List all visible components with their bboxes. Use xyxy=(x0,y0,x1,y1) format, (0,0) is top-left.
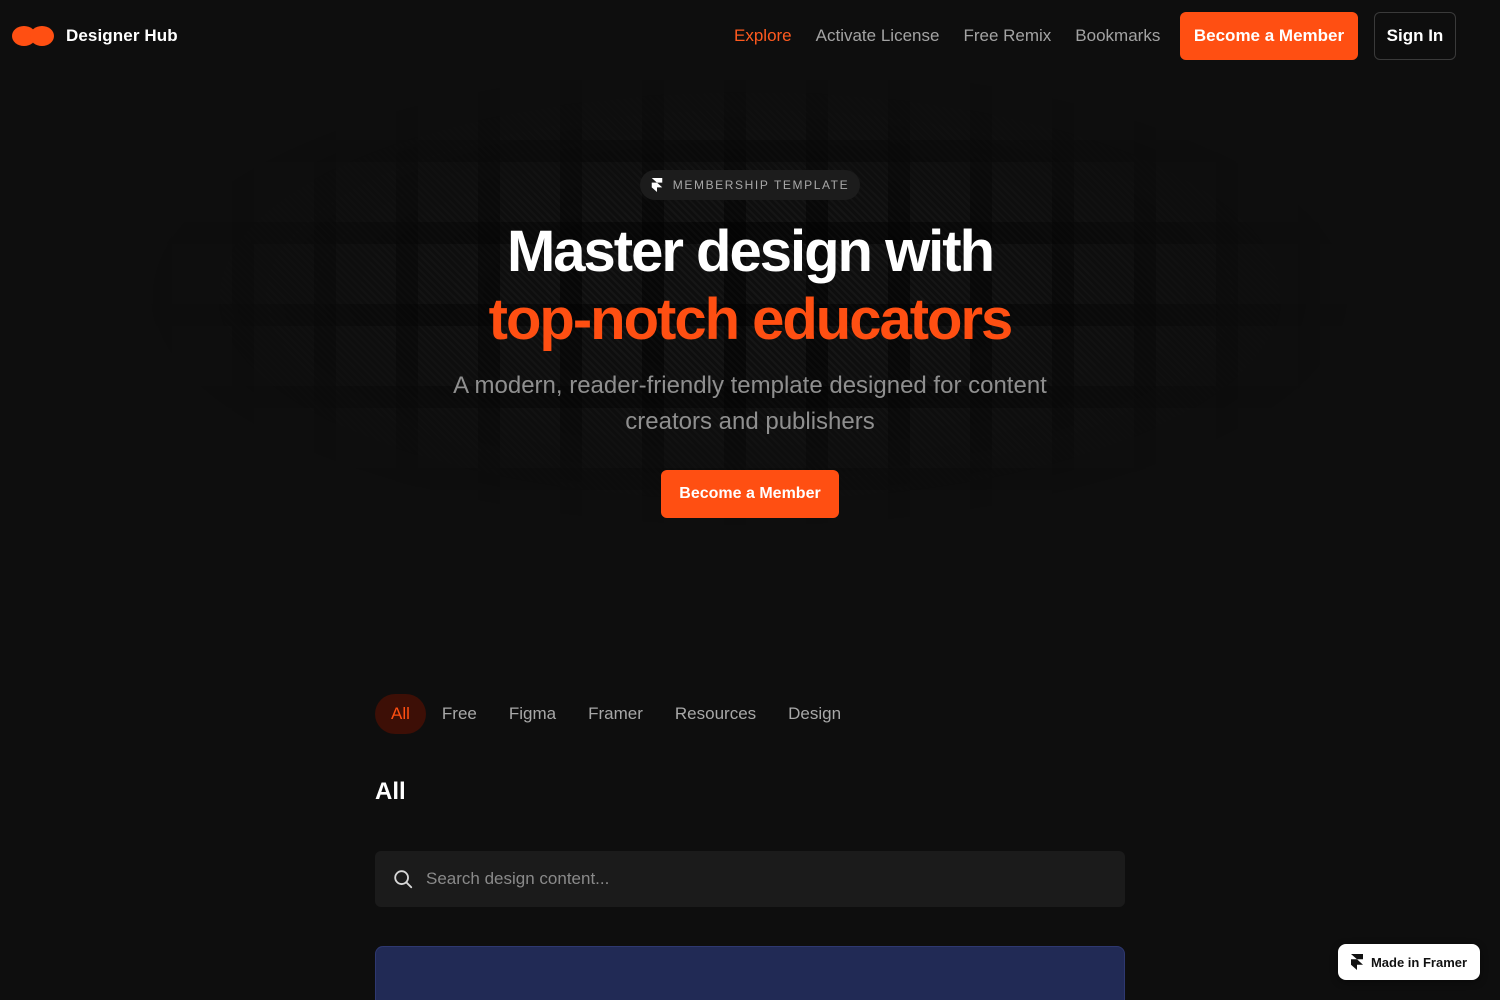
tab-figma[interactable]: Figma xyxy=(493,694,572,734)
content-card[interactable] xyxy=(375,946,1125,1000)
membership-badge: MEMBERSHIP TEMPLATE xyxy=(640,170,860,200)
nav-item-activate-license[interactable]: Activate License xyxy=(816,24,940,48)
search-input[interactable] xyxy=(426,869,1125,889)
site-header: Designer Hub Explore Activate License Fr… xyxy=(0,0,1500,72)
framer-icon xyxy=(651,178,663,192)
nav-item-explore[interactable]: Explore xyxy=(734,24,792,48)
made-in-framer-badge[interactable]: Made in Framer xyxy=(1338,944,1480,980)
badge-label: MEMBERSHIP TEMPLATE xyxy=(672,178,850,192)
brand-name: Designer Hub xyxy=(66,26,178,45)
become-member-button[interactable]: Become a Member xyxy=(1180,12,1358,60)
section-title: All xyxy=(375,778,406,805)
category-tabs: All Free Figma Framer Resources Design xyxy=(375,694,857,734)
hero-title-line2: top-notch educators xyxy=(488,287,1014,352)
hero-subtitle: A modern, reader-friendly template desig… xyxy=(453,372,1047,435)
framer-icon xyxy=(1350,954,1363,970)
tab-framer[interactable]: Framer xyxy=(572,694,659,734)
tab-free[interactable]: Free xyxy=(426,694,493,734)
sign-in-button[interactable]: Sign In xyxy=(1374,12,1456,60)
tab-design[interactable]: Design xyxy=(772,694,857,734)
framer-badge-label: Made in Framer xyxy=(1370,954,1468,970)
hero-title: Master design with top-notch educators xyxy=(0,218,1500,354)
tab-resources[interactable]: Resources xyxy=(659,694,772,734)
nav-item-free-remix[interactable]: Free Remix xyxy=(963,24,1051,48)
page: Designer Hub Explore Activate License Fr… xyxy=(0,0,1500,1000)
hero-title-line1: Master design with xyxy=(506,219,995,284)
logo-icon xyxy=(12,26,54,46)
tab-all[interactable]: All xyxy=(375,694,426,734)
hero-become-member-button[interactable]: Become a Member xyxy=(661,470,839,518)
search-bar[interactable] xyxy=(375,851,1125,907)
main-nav: Explore Activate License Free Remix Book… xyxy=(734,24,1160,48)
brand-logo[interactable]: Designer Hub xyxy=(12,26,178,46)
search-icon xyxy=(394,870,413,889)
nav-item-bookmarks[interactable]: Bookmarks xyxy=(1075,24,1160,48)
